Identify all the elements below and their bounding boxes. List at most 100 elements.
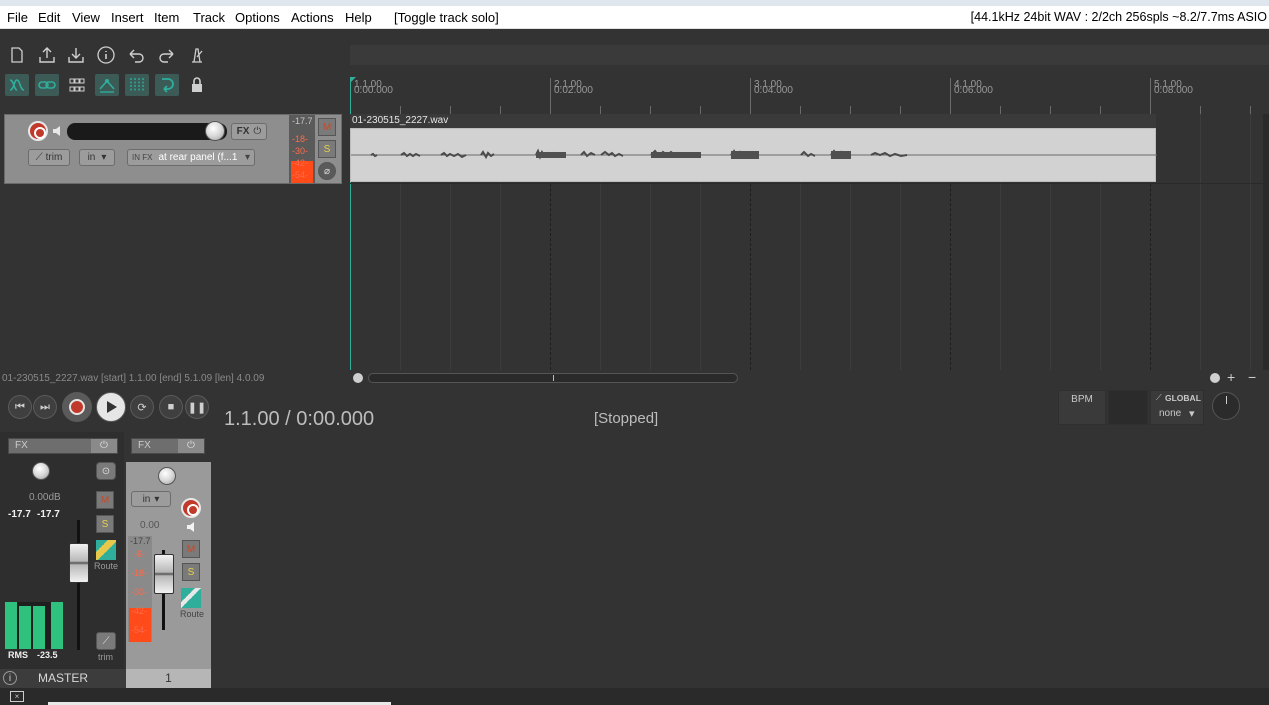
track1-mute-button[interactable]: M — [182, 540, 200, 558]
stereo-link-icon[interactable]: ⊙ — [96, 462, 116, 480]
menu-edit[interactable]: Edit — [38, 10, 60, 25]
master-label[interactable]: MASTER — [0, 669, 126, 688]
menu-file[interactable]: File — [7, 10, 28, 25]
menu-insert[interactable]: Insert — [111, 10, 144, 25]
master-pan-knob[interactable] — [32, 462, 50, 480]
scroll-right-icon[interactable] — [1210, 373, 1220, 383]
transport-state: [Stopped] — [594, 410, 659, 427]
envelope-points-icon[interactable] — [95, 74, 119, 96]
menu-help[interactable]: Help — [345, 10, 372, 25]
go-to-end-icon[interactable]: ⏭ — [33, 395, 57, 419]
master-peak-right: -17.7 — [37, 509, 60, 520]
master-solo-button[interactable]: S — [96, 515, 114, 533]
master-route-icon[interactable] — [96, 540, 116, 560]
menu-track[interactable]: Track — [193, 10, 225, 25]
mute-label: M — [322, 121, 332, 133]
zoom-in-icon[interactable]: + — [1227, 369, 1235, 385]
timeline-ruler[interactable]: 1.1.00 0:00.000 2.1.00 0:02.000 3.1.00 0… — [350, 68, 1269, 114]
time-display[interactable]: 1.1.00 / 0:00.000 — [224, 408, 374, 425]
media-item[interactable]: 01-230515_2227.wav — [350, 114, 1157, 182]
menu-item[interactable]: Item — [154, 10, 179, 25]
input-monitor-dropdown[interactable]: in ▾ — [79, 149, 115, 166]
master-fx-slot[interactable]: FX ⏻ — [8, 438, 118, 454]
power-icon[interactable]: ⏻ — [91, 439, 117, 453]
horizontal-scrollbar[interactable] — [368, 373, 738, 383]
snap-grid-icon[interactable] — [125, 74, 149, 96]
save-project-icon[interactable] — [64, 44, 88, 66]
bpm-value-box[interactable] — [1108, 390, 1148, 425]
track1-record-arm-button[interactable] — [181, 498, 201, 518]
speaker-icon[interactable] — [185, 520, 199, 534]
track1-label[interactable]: 1 — [126, 669, 211, 688]
repeat-icon[interactable]: ⟳ — [130, 395, 154, 419]
open-project-icon[interactable] — [35, 44, 59, 66]
info-icon[interactable]: i — [3, 671, 17, 685]
meter-scale-label: -54- — [131, 625, 148, 635]
volume-knob[interactable] — [205, 121, 225, 141]
project-settings-icon[interactable] — [94, 44, 118, 66]
redo-icon[interactable] — [155, 44, 179, 66]
track1-input-dropdown[interactable]: in ▾ — [131, 491, 171, 507]
audio-status[interactable]: [44.1kHz 24bit WAV : 2/2ch 256spls ~8.2/… — [971, 10, 1267, 24]
grid-icon[interactable] — [65, 74, 89, 96]
menu-options[interactable]: Options — [235, 10, 280, 25]
media-item-waveform[interactable] — [350, 128, 1157, 182]
lock-icon[interactable] — [185, 74, 209, 96]
play-button[interactable] — [96, 392, 126, 422]
track-control-panel[interactable]: FX ⏻ ⟋ trim in ▾ IN FX at rear panel (f.… — [4, 114, 342, 184]
meter-scale-label: -6- — [134, 549, 145, 559]
fx-button[interactable]: FX ⏻ — [231, 123, 267, 140]
master-fader[interactable] — [69, 543, 89, 583]
undo-icon[interactable] — [124, 44, 148, 66]
scroll-left-icon[interactable] — [353, 373, 363, 383]
track1-route-label: Route — [180, 609, 205, 619]
new-project-icon[interactable] — [5, 44, 29, 66]
go-to-start-icon[interactable]: ⏮ — [8, 395, 32, 419]
master-peak-left: -17.7 — [8, 509, 31, 520]
chevron-down-icon: ▾ — [1189, 408, 1195, 420]
meter-scale-label: -30- — [292, 146, 309, 156]
metronome-icon[interactable] — [185, 44, 209, 66]
mute-button[interactable]: M — [318, 118, 336, 136]
in-label: in — [142, 493, 151, 505]
master-meter-bar — [19, 606, 31, 649]
master-mute-button[interactable]: M — [96, 491, 114, 509]
chevron-down-icon: ▾ — [244, 152, 250, 163]
ripple-edit-icon[interactable] — [5, 74, 29, 96]
ruler-region-lane[interactable] — [350, 45, 1269, 65]
stop-icon[interactable]: ■ — [159, 395, 183, 419]
power-icon[interactable]: ⏻ — [178, 439, 204, 453]
vertical-scrollbar[interactable] — [1263, 114, 1269, 370]
playrate-knob[interactable] — [1212, 392, 1240, 420]
track-meter: -17.7 -18- -30- -42- -54- — [289, 115, 315, 183]
trim-button[interactable]: ⟋ trim — [28, 149, 70, 166]
solo-label: S — [323, 143, 331, 155]
record-button[interactable] — [62, 392, 92, 422]
mute-label: M — [186, 543, 196, 555]
menu-view[interactable]: View — [72, 10, 100, 25]
speaker-icon[interactable] — [51, 124, 65, 138]
record-input-dropdown[interactable]: IN FX at rear panel (f...1 ▾ — [127, 149, 255, 166]
item-grouping-icon[interactable] — [35, 74, 59, 96]
master-trim-icon[interactable]: ⟋ — [96, 632, 116, 650]
ruler-time-label: 0:04.000 — [754, 85, 793, 96]
track1-route-icon[interactable] — [181, 588, 201, 608]
meter-scale-label: -18- — [131, 568, 148, 578]
track1-fx-slot[interactable]: FX ⏻ — [131, 438, 205, 454]
pause-icon[interactable]: ❚❚ — [185, 395, 209, 419]
global-automation-box[interactable]: ⟋ GLOBAL none ▾ — [1150, 390, 1204, 425]
action-hint: [Toggle track solo] — [394, 10, 499, 25]
record-arm-button[interactable] — [28, 121, 48, 141]
locking-icon[interactable] — [155, 74, 179, 96]
track1-solo-button[interactable]: S — [182, 563, 200, 581]
menu-actions[interactable]: Actions — [291, 10, 334, 25]
zoom-out-icon[interactable]: − — [1248, 369, 1256, 385]
track1-fader[interactable] — [154, 554, 174, 594]
close-docker-icon[interactable]: × — [10, 691, 24, 702]
track1-pan-knob[interactable] — [158, 467, 176, 485]
bpm-box[interactable]: BPM — [1058, 390, 1106, 425]
chevron-down-icon: ▾ — [101, 152, 107, 163]
volume-slider[interactable] — [67, 123, 227, 140]
phase-invert-icon[interactable]: ⌀ — [318, 162, 336, 180]
solo-button[interactable]: S — [318, 140, 336, 158]
